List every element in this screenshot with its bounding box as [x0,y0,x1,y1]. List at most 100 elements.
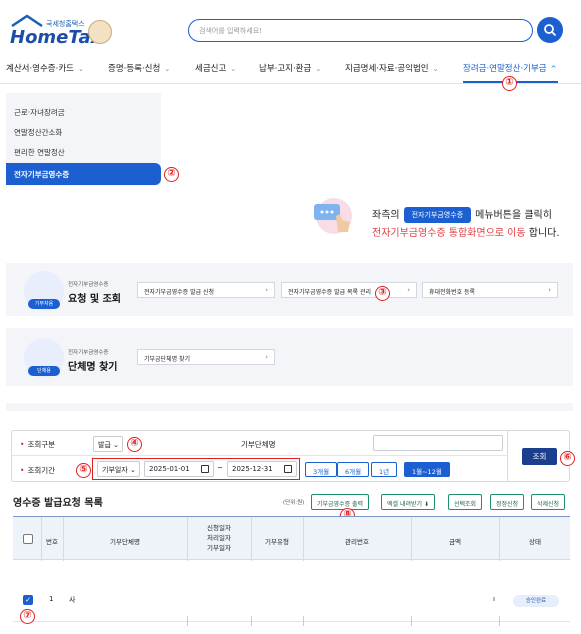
search-input[interactable]: 검색어를 입력하세요! [188,19,533,42]
chevron-up-icon: ^ [550,65,557,73]
col-org: 기부단체명 [110,538,140,546]
divider-band [6,403,573,411]
column-divider [411,517,412,561]
column-divider [63,517,64,561]
nav-item-tax-return[interactable]: 세금신고 ⌄ [195,62,236,74]
chevron-down-icon: ⌄ [164,65,171,73]
donor-tag: 기부자용 [28,299,60,309]
calendar-icon [284,465,292,473]
marker-7: ⑦ [20,609,35,624]
column-divider [303,517,304,561]
panel-title: 요청 및 조회 [68,294,121,305]
row-divider [499,616,500,626]
guide-chip: 전자기부금영수증 [403,207,472,223]
chevron-right-icon: › [407,286,410,294]
marker-3: ③ [375,286,390,301]
row-amount: ı [493,595,495,603]
search-icon [544,24,557,37]
request-issue-button[interactable]: 전자기부금영수증 발급 신청 › [137,282,275,298]
calendar-icon [201,465,209,473]
nav-item-invoice[interactable]: 계산서·영수증·카드 ⌄ [6,62,84,74]
list-title: 영수증 발급요청 목록 [13,498,103,509]
find-org-button[interactable]: 기부금단체명 찾기 › [137,349,275,365]
submenu-item-convenient[interactable]: 편리한 연말정산 [14,147,65,158]
chevron-down-icon: ⌄ [230,65,237,73]
nav-item-incentive[interactable]: 장려금·연말정산·기부금 ^ [463,62,556,74]
col-type: 기부유형 [265,538,289,546]
period-label: • 조회기간 [20,466,56,475]
issue-list-button[interactable]: 전자기부금영수증 발급 목록 관리 › [281,282,417,298]
org-name-input[interactable] [373,435,503,451]
table-header: 번호 기부단체명 신청일자 처리일자 기부일자 기부유형 관리번호 금액 상태 [13,516,570,561]
submenu-item-simplified[interactable]: 연말정산간소화 [14,127,62,138]
type-select[interactable]: 발급 ⌄ [93,436,123,452]
chevron-down-icon: ⌄ [315,65,322,73]
chevron-right-icon: › [548,286,551,294]
status-badge: 승인완료 [513,595,559,607]
excel-download-button[interactable]: 엑셀 내려받기 ⬇ [381,494,435,510]
download-icon: ⬇ [423,501,429,508]
col-mgmt: 관리번호 [345,538,369,546]
period-1y-button[interactable]: 1년 [371,462,398,477]
column-divider [41,517,42,561]
date-type-select[interactable]: 기부일자 ⌄ [97,461,140,477]
print-receipt-button[interactable]: 기부금영수증 출력 [311,494,370,510]
nav-item-certificate[interactable]: 증명·등록·신청 ⌄ [108,62,170,74]
row-divider [303,616,304,626]
row-no: 1 [49,595,54,603]
tap-hand-icon [314,198,352,234]
nav-item-statement[interactable]: 지급명세·자료·공익법인 ⌄ [345,62,438,74]
search-button[interactable] [537,17,563,43]
panel-subtitle: 전자기부금영수증 [68,350,109,356]
col-status: 상태 [529,538,541,546]
column-divider [251,517,252,561]
chevron-down-icon: ⌄ [77,65,84,73]
request-panel: 기부자용 전자기부금영수증 요청 및 조회 전자기부금영수증 발급 신청 › 전자… [6,263,573,316]
period-jan-dec-button[interactable]: 1월~12월 [404,462,450,477]
chevron-right-icon: › [265,286,268,294]
unit-label: (단위:원) [283,500,305,506]
delete-request-button[interactable]: 삭제신청 [531,494,566,510]
row-divider [251,616,252,626]
guide-line-2: 전자기부금영수증 통합화면으로 이동 합니다. [372,228,560,239]
submenu-item-earned-income[interactable]: 근로·자녀장려금 [14,107,65,118]
marker-6: ⑥ [560,451,575,466]
date-from-input[interactable]: 2025-01-01 [144,461,214,477]
period-6m-button[interactable]: 6개월 [337,462,370,477]
marker-1: ① [502,76,517,91]
guide-line-1: 좌측의 전자기부금영수증 메뉴버튼을 클릭히 [372,206,552,223]
org-tag: 단체용 [28,366,60,376]
period-3m-button[interactable]: 3개월 [305,462,338,477]
row-divider [411,616,412,626]
org-name-label: 기부단체명 [241,440,276,449]
date-to-input[interactable]: 2025-12-31 [227,461,297,477]
select-view-button[interactable]: 선택조회 [448,494,483,510]
col-no: 번호 [46,538,58,546]
correction-request-button[interactable]: 정정신청 [490,494,525,510]
row-org: 사 [69,596,76,604]
table-row[interactable]: ✓ 1 사 ı 승인완료 [13,578,570,626]
column-divider [499,517,500,561]
main-nav: 계산서·영수증·카드 ⌄ 증명·등록·신청 ⌄ 세금신고 ⌄ 납부·고지·환급 ⌄ 지급… [0,54,581,84]
row-divider [187,616,188,626]
chevron-down-icon: ⌄ [432,65,439,73]
logo-roof-icon [11,14,43,28]
phone-register-button[interactable]: 휴대전화번호 등록 › [422,282,558,298]
col-dates: 신청일자 처리일자 기부일자 [207,524,231,552]
search-submit-button[interactable]: 조회 [522,448,557,465]
submenu-item-e-donation[interactable]: 전자기부금영수증 [6,163,161,185]
type-label: • 조회구분 [20,440,56,449]
marker-5: ⑤ [76,463,91,478]
org-panel: 단체용 전자기부금영수증 단체명 찾기 기부금단체명 찾기 › [6,328,573,386]
marker-4: ④ [127,437,142,452]
mascot-icon [88,20,112,44]
date-separator: ~ [217,464,223,472]
marker-2: ② [164,167,179,182]
panel-subtitle: 전자기부금영수증 [68,282,109,288]
submenu-item-label: 전자기부금영수증 [14,170,70,179]
panel-title: 단체명 찾기 [68,362,118,373]
column-divider [187,517,188,561]
row-checkbox[interactable]: ✓ [23,595,33,605]
nav-item-payment[interactable]: 납부·고지·환급 ⌄ [259,62,321,74]
select-all-checkbox[interactable] [23,534,33,544]
